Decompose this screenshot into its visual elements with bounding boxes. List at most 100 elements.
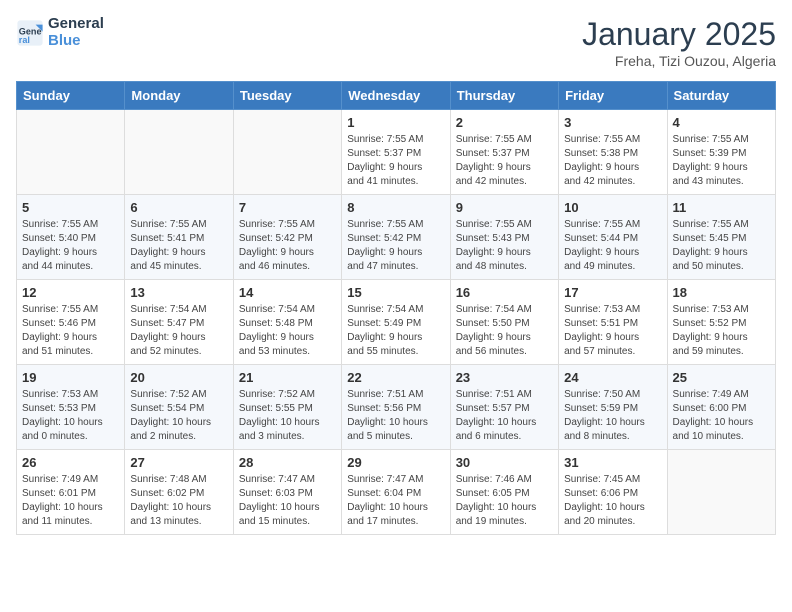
calendar-cell: 4 Sunrise: 7:55 AM Sunset: 5:39 PM Daylig… <box>667 110 775 195</box>
day-number: 8 <box>347 200 444 215</box>
calendar-week-row: 1 Sunrise: 7:55 AM Sunset: 5:37 PM Daylig… <box>17 110 776 195</box>
calendar-cell: 30 Sunrise: 7:46 AM Sunset: 6:05 PM Dayli… <box>450 450 558 535</box>
day-info: Sunrise: 7:52 AM Sunset: 5:54 PM Dayligh… <box>130 388 227 444</box>
day-number: 23 <box>456 370 553 385</box>
calendar-cell: 6 Sunrise: 7:55 AM Sunset: 5:41 PM Daylig… <box>125 195 233 280</box>
day-info: Sunrise: 7:55 AM Sunset: 5:43 PM Dayligh… <box>456 218 553 274</box>
day-number: 6 <box>130 200 227 215</box>
day-info: Sunrise: 7:46 AM Sunset: 6:05 PM Dayligh… <box>456 473 553 529</box>
day-number: 28 <box>239 455 336 470</box>
day-info: Sunrise: 7:54 AM Sunset: 5:48 PM Dayligh… <box>239 303 336 359</box>
day-number: 24 <box>564 370 661 385</box>
day-number: 12 <box>22 285 119 300</box>
day-number: 19 <box>22 370 119 385</box>
calendar-cell: 10Sunrise: 7:55 AM Sunset: 5:44 PM Dayli… <box>559 195 667 280</box>
day-info: Sunrise: 7:47 AM Sunset: 6:04 PM Dayligh… <box>347 473 444 529</box>
calendar-cell: 5 Sunrise: 7:55 AM Sunset: 5:40 PM Daylig… <box>17 195 125 280</box>
day-number: 29 <box>347 455 444 470</box>
weekday-header: Monday <box>125 82 233 110</box>
day-number: 16 <box>456 285 553 300</box>
day-info: Sunrise: 7:54 AM Sunset: 5:50 PM Dayligh… <box>456 303 553 359</box>
day-info: Sunrise: 7:51 AM Sunset: 5:57 PM Dayligh… <box>456 388 553 444</box>
day-info: Sunrise: 7:49 AM Sunset: 6:00 PM Dayligh… <box>673 388 770 444</box>
svg-text:ral: ral <box>19 34 30 44</box>
day-info: Sunrise: 7:48 AM Sunset: 6:02 PM Dayligh… <box>130 473 227 529</box>
page-header: Gene ral General Blue January 2025 Freha… <box>16 16 776 69</box>
day-number: 31 <box>564 455 661 470</box>
day-number: 18 <box>673 285 770 300</box>
day-info: Sunrise: 7:49 AM Sunset: 6:01 PM Dayligh… <box>22 473 119 529</box>
calendar-week-row: 12Sunrise: 7:55 AM Sunset: 5:46 PM Dayli… <box>17 280 776 365</box>
calendar-cell: 18 Sunrise: 7:53 AM Sunset: 5:52 PM Dayli… <box>667 280 775 365</box>
calendar-cell <box>233 110 341 195</box>
weekday-header: Wednesday <box>342 82 450 110</box>
calendar-cell: 2 Sunrise: 7:55 AM Sunset: 5:37 PM Daylig… <box>450 110 558 195</box>
day-info: Sunrise: 7:55 AM Sunset: 5:42 PM Dayligh… <box>347 218 444 274</box>
day-info: Sunrise: 7:55 AM Sunset: 5:37 PM Dayligh… <box>456 133 553 189</box>
title-block: January 2025 Freha, Tizi Ouzou, Algeria <box>582 16 776 69</box>
day-info: Sunrise: 7:55 AM Sunset: 5:37 PM Dayligh… <box>347 133 444 189</box>
day-number: 21 <box>239 370 336 385</box>
day-info: Sunrise: 7:54 AM Sunset: 5:47 PM Dayligh… <box>130 303 227 359</box>
weekday-header: Tuesday <box>233 82 341 110</box>
calendar-cell: 24 Sunrise: 7:50 AM Sunset: 5:59 PM Dayli… <box>559 365 667 450</box>
calendar-cell: 19Sunrise: 7:53 AM Sunset: 5:53 PM Dayli… <box>17 365 125 450</box>
day-number: 13 <box>130 285 227 300</box>
day-info: Sunrise: 7:55 AM Sunset: 5:41 PM Dayligh… <box>130 218 227 274</box>
calendar-cell: 15Sunrise: 7:54 AM Sunset: 5:49 PM Dayli… <box>342 280 450 365</box>
calendar-cell: 26 Sunrise: 7:49 AM Sunset: 6:01 PM Dayli… <box>17 450 125 535</box>
day-number: 30 <box>456 455 553 470</box>
day-number: 27 <box>130 455 227 470</box>
calendar-cell: 29 Sunrise: 7:47 AM Sunset: 6:04 PM Dayli… <box>342 450 450 535</box>
calendar-cell: 12Sunrise: 7:55 AM Sunset: 5:46 PM Dayli… <box>17 280 125 365</box>
logo-text-line1: General <box>48 16 104 33</box>
day-number: 14 <box>239 285 336 300</box>
month-title: January 2025 <box>582 16 776 53</box>
day-number: 5 <box>22 200 119 215</box>
calendar-week-row: 5 Sunrise: 7:55 AM Sunset: 5:40 PM Daylig… <box>17 195 776 280</box>
calendar-cell: 17Sunrise: 7:53 AM Sunset: 5:51 PM Dayli… <box>559 280 667 365</box>
day-info: Sunrise: 7:54 AM Sunset: 5:49 PM Dayligh… <box>347 303 444 359</box>
day-number: 25 <box>673 370 770 385</box>
logo-icon: Gene ral <box>16 19 44 47</box>
location-text: Freha, Tizi Ouzou, Algeria <box>582 53 776 69</box>
day-number: 7 <box>239 200 336 215</box>
day-info: Sunrise: 7:51 AM Sunset: 5:56 PM Dayligh… <box>347 388 444 444</box>
day-info: Sunrise: 7:55 AM Sunset: 5:40 PM Dayligh… <box>22 218 119 274</box>
day-info: Sunrise: 7:53 AM Sunset: 5:51 PM Dayligh… <box>564 303 661 359</box>
day-number: 1 <box>347 115 444 130</box>
weekday-header: Sunday <box>17 82 125 110</box>
calendar-table: SundayMondayTuesdayWednesdayThursdayFrid… <box>16 81 776 535</box>
day-number: 4 <box>673 115 770 130</box>
day-info: Sunrise: 7:55 AM Sunset: 5:39 PM Dayligh… <box>673 133 770 189</box>
calendar-cell <box>17 110 125 195</box>
calendar-cell: 8 Sunrise: 7:55 AM Sunset: 5:42 PM Daylig… <box>342 195 450 280</box>
calendar-cell: 31Sunrise: 7:45 AM Sunset: 6:06 PM Dayli… <box>559 450 667 535</box>
calendar-header-row: SundayMondayTuesdayWednesdayThursdayFrid… <box>17 82 776 110</box>
day-info: Sunrise: 7:53 AM Sunset: 5:52 PM Dayligh… <box>673 303 770 359</box>
weekday-header: Thursday <box>450 82 558 110</box>
weekday-header: Saturday <box>667 82 775 110</box>
day-number: 26 <box>22 455 119 470</box>
calendar-cell: 11 Sunrise: 7:55 AM Sunset: 5:45 PM Dayli… <box>667 195 775 280</box>
day-number: 22 <box>347 370 444 385</box>
day-number: 11 <box>673 200 770 215</box>
calendar-cell: 25 Sunrise: 7:49 AM Sunset: 6:00 PM Dayli… <box>667 365 775 450</box>
calendar-week-row: 26 Sunrise: 7:49 AM Sunset: 6:01 PM Dayli… <box>17 450 776 535</box>
calendar-cell: 1 Sunrise: 7:55 AM Sunset: 5:37 PM Daylig… <box>342 110 450 195</box>
calendar-cell: 28Sunrise: 7:47 AM Sunset: 6:03 PM Dayli… <box>233 450 341 535</box>
calendar-cell: 20 Sunrise: 7:52 AM Sunset: 5:54 PM Dayli… <box>125 365 233 450</box>
day-number: 20 <box>130 370 227 385</box>
day-info: Sunrise: 7:55 AM Sunset: 5:45 PM Dayligh… <box>673 218 770 274</box>
calendar-cell <box>125 110 233 195</box>
weekday-header: Friday <box>559 82 667 110</box>
calendar-cell: 3Sunrise: 7:55 AM Sunset: 5:38 PM Daylig… <box>559 110 667 195</box>
calendar-cell: 9 Sunrise: 7:55 AM Sunset: 5:43 PM Daylig… <box>450 195 558 280</box>
day-info: Sunrise: 7:50 AM Sunset: 5:59 PM Dayligh… <box>564 388 661 444</box>
calendar-cell: 14 Sunrise: 7:54 AM Sunset: 5:48 PM Dayli… <box>233 280 341 365</box>
day-number: 2 <box>456 115 553 130</box>
day-number: 9 <box>456 200 553 215</box>
logo: Gene ral General Blue <box>16 16 104 49</box>
logo-text-line2: Blue <box>48 33 104 50</box>
calendar-cell: 21Sunrise: 7:52 AM Sunset: 5:55 PM Dayli… <box>233 365 341 450</box>
